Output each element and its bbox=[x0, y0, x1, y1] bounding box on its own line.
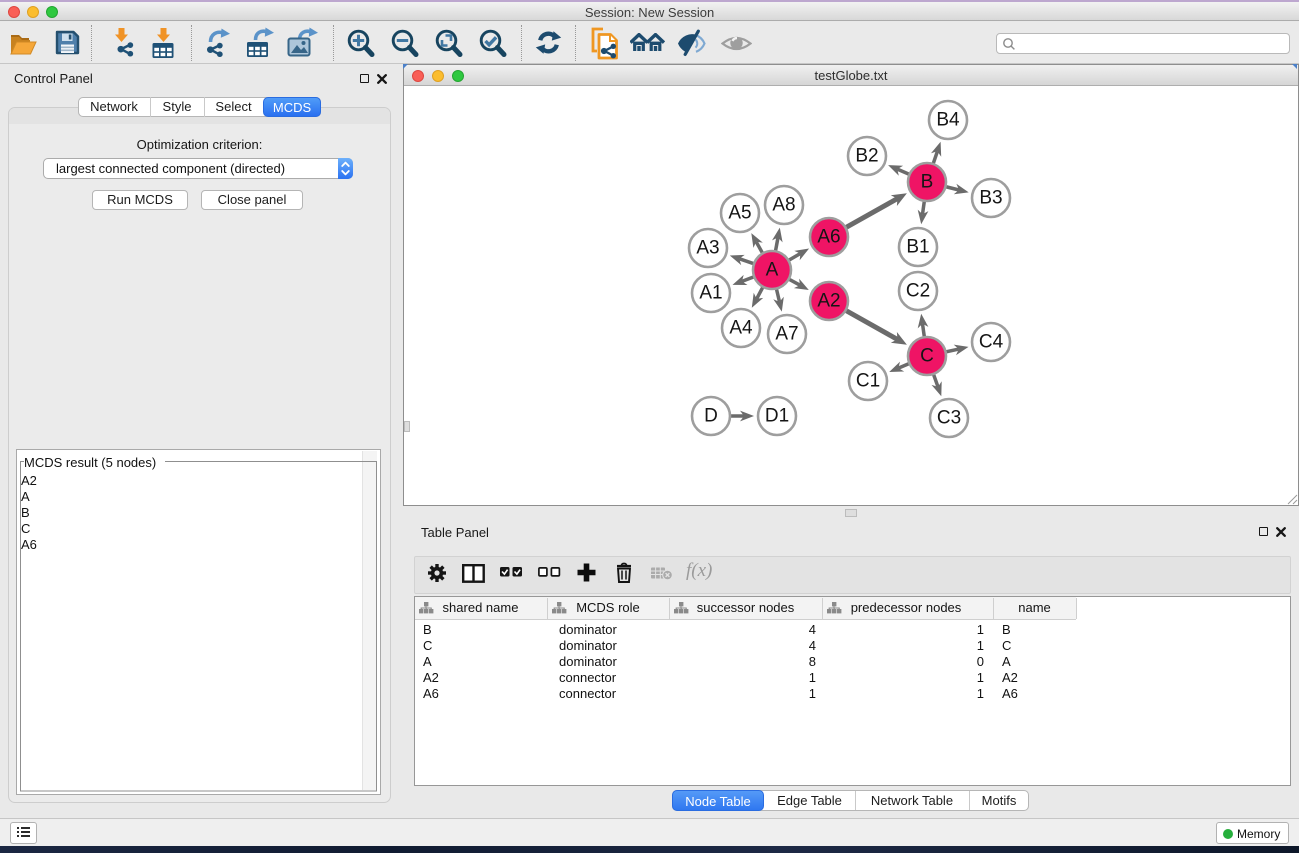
svg-text:A2: A2 bbox=[817, 291, 840, 312]
svg-text:A3: A3 bbox=[696, 238, 719, 259]
svg-text:C4: C4 bbox=[979, 332, 1004, 353]
svg-text:C1: C1 bbox=[856, 371, 880, 392]
svg-text:D: D bbox=[704, 406, 718, 427]
svg-text:B2: B2 bbox=[855, 146, 878, 167]
svg-text:C3: C3 bbox=[937, 408, 961, 429]
svg-text:A5: A5 bbox=[728, 203, 751, 224]
svg-text:B4: B4 bbox=[936, 110, 960, 131]
svg-text:A7: A7 bbox=[775, 324, 798, 345]
svg-text:A: A bbox=[766, 260, 779, 281]
svg-text:B3: B3 bbox=[979, 188, 1002, 209]
svg-text:A1: A1 bbox=[699, 283, 722, 304]
svg-text:C2: C2 bbox=[906, 281, 930, 302]
svg-text:B1: B1 bbox=[906, 237, 929, 258]
svg-text:D1: D1 bbox=[765, 406, 789, 427]
svg-text:A8: A8 bbox=[772, 195, 795, 216]
svg-text:C: C bbox=[920, 346, 934, 367]
svg-text:B: B bbox=[921, 172, 934, 193]
svg-text:A6: A6 bbox=[817, 227, 840, 248]
svg-text:A4: A4 bbox=[729, 318, 753, 339]
